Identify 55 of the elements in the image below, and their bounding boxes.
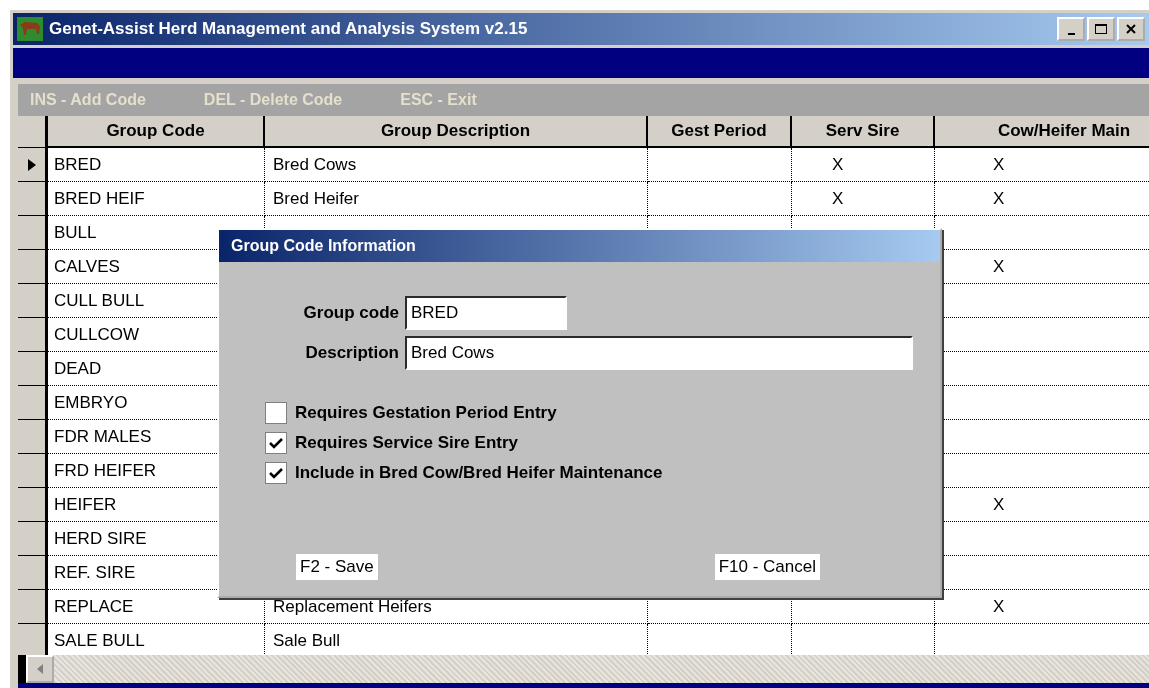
checkmark-icon xyxy=(269,467,283,479)
column-header[interactable]: Serv Sire xyxy=(792,116,935,148)
row-header[interactable] xyxy=(18,386,48,420)
dialog-button[interactable]: F10 - Cancel xyxy=(714,554,820,580)
row-header[interactable] xyxy=(18,182,48,216)
maximize-icon xyxy=(1094,23,1108,35)
dialog-button[interactable]: F2 - Save xyxy=(296,554,378,580)
table-cell: X xyxy=(935,148,1149,182)
table-cell: X xyxy=(792,182,935,216)
horizontal-scrollbar[interactable] xyxy=(18,655,1149,683)
scroll-left-button[interactable] xyxy=(26,655,54,683)
checkmark-icon xyxy=(269,437,283,449)
cow-icon xyxy=(17,17,43,41)
field-label: Group code xyxy=(302,303,399,323)
table-cell: X xyxy=(935,182,1149,216)
table-cell: Bred Cows xyxy=(265,148,648,182)
row-header[interactable] xyxy=(18,284,48,318)
minimize-button[interactable] xyxy=(1057,17,1085,41)
column-header[interactable]: Cow/Heifer Main xyxy=(935,116,1149,148)
table-cell: Bred Heifer xyxy=(265,182,648,216)
row-header[interactable] xyxy=(18,250,48,284)
checkbox-label: Requires Gestation Period Entry xyxy=(295,403,557,423)
row-header[interactable] xyxy=(18,522,48,556)
row-header[interactable] xyxy=(18,624,48,655)
row-header[interactable] xyxy=(18,488,48,522)
maximize-button[interactable] xyxy=(1087,17,1115,41)
checkbox[interactable] xyxy=(265,432,287,454)
grid-corner xyxy=(18,116,48,148)
checkbox[interactable] xyxy=(265,402,287,424)
checkbox-label: Include in Bred Cow/Bred Heifer Maintenance xyxy=(295,463,663,483)
scrollbar-edge xyxy=(18,655,26,683)
row-header[interactable] xyxy=(18,556,48,590)
row-header[interactable] xyxy=(18,148,48,182)
column-header[interactable]: Group Description xyxy=(265,116,648,148)
row-header[interactable] xyxy=(18,590,48,624)
checkbox-label: Requires Service Sire Entry xyxy=(295,433,518,453)
row-header[interactable] xyxy=(18,352,48,386)
window-title: Genet-Assist Herd Management and Analysis System v2.15 xyxy=(49,19,528,39)
row-header[interactable] xyxy=(18,420,48,454)
table-cell: BRED HEIF xyxy=(48,182,265,216)
row-header[interactable] xyxy=(18,318,48,352)
minimize-icon xyxy=(1067,33,1075,35)
left-arrow-icon xyxy=(36,664,44,674)
table-cell: BRED xyxy=(48,148,265,182)
checkbox[interactable] xyxy=(265,462,287,484)
row-header[interactable] xyxy=(18,454,48,488)
row-header[interactable] xyxy=(18,216,48,250)
text-field[interactable]: BRED xyxy=(405,296,567,330)
text-field[interactable]: Bred Cows xyxy=(405,336,913,370)
field-label: Description xyxy=(304,343,399,363)
column-header[interactable]: Gest Period xyxy=(648,116,792,148)
close-button[interactable] xyxy=(1117,17,1145,41)
column-header[interactable]: Group Code xyxy=(48,116,265,148)
table-cell: X xyxy=(792,148,935,182)
close-icon xyxy=(1125,23,1137,35)
